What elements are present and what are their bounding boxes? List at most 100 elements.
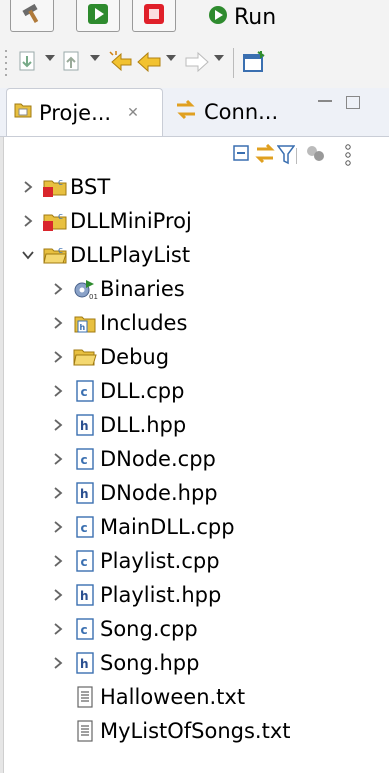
build-button[interactable]	[10, 0, 54, 32]
chevron-right-icon[interactable]	[50, 510, 66, 544]
back-arrow-icon[interactable]	[136, 50, 162, 78]
tree-item-bst[interactable]: c BST	[20, 170, 110, 204]
tree-item-label: Playlist.cpp	[100, 549, 220, 573]
tree-item-debug[interactable]: Debug	[50, 340, 169, 374]
cpp-project-icon: c	[42, 174, 68, 200]
focus-active-task-icon[interactable]	[305, 144, 327, 168]
chevron-down-icon[interactable]	[45, 55, 55, 61]
view-menu-icon[interactable]	[344, 144, 352, 170]
chevron-right-icon[interactable]	[50, 476, 66, 510]
text-file-icon	[72, 718, 98, 744]
tree-item-playlist-cpp[interactable]: c Playlist.cpp	[50, 544, 220, 578]
minimize-view-icon[interactable]	[318, 100, 332, 102]
previous-annotation-icon[interactable]	[62, 50, 84, 78]
svg-text:01: 01	[89, 293, 98, 301]
tree-item-label: Includes	[100, 311, 188, 335]
link-with-editor-icon[interactable]	[254, 143, 276, 168]
toolbar-separator	[233, 48, 234, 78]
svg-text:c: c	[81, 555, 88, 569]
forward-arrow-icon[interactable]	[184, 50, 210, 78]
tree-item-playlist-hpp[interactable]: h Playlist.hpp	[50, 578, 221, 612]
main-toolbar: Run	[0, 0, 389, 39]
tree-item-label: DLL.hpp	[100, 413, 187, 437]
tree-item-dnode-hpp[interactable]: h DNode.hpp	[50, 476, 218, 510]
svg-text:h: h	[80, 323, 86, 332]
view-toolbar	[0, 140, 389, 170]
filter-icon[interactable]	[276, 144, 296, 170]
svg-text:c: c	[58, 178, 63, 188]
connections-icon	[174, 99, 198, 126]
maximize-view-icon[interactable]	[346, 96, 360, 109]
c-source-icon: c	[72, 616, 98, 642]
tab-project-explorer[interactable]: Proje... ✕	[6, 88, 163, 136]
chevron-down-icon[interactable]	[166, 55, 176, 61]
run-label: Run	[234, 4, 277, 30]
toolbar-separator	[296, 148, 298, 168]
chevron-right-icon[interactable]	[50, 442, 66, 476]
chevron-right-icon[interactable]	[50, 578, 66, 612]
chevron-right-icon[interactable]	[50, 408, 66, 442]
run-toolbar-button[interactable]	[76, 0, 120, 32]
tree-item-binaries[interactable]: 01 Binaries	[50, 272, 185, 306]
h-header-icon: h	[72, 412, 98, 438]
tree-item-includes[interactable]: h Includes	[50, 306, 187, 340]
tree-item-dllplaylist[interactable]: c DLLPlayList	[20, 238, 190, 272]
tree-item-dnode-cpp[interactable]: c DNode.cpp	[50, 442, 216, 476]
tab-label: Conn...	[204, 100, 279, 124]
terminate-button[interactable]	[132, 0, 176, 32]
toolbar-grip-icon	[4, 48, 10, 82]
tree-item-maindll-cpp[interactable]: c MainDLL.cpp	[50, 510, 235, 544]
chevron-right-icon[interactable]	[20, 170, 36, 204]
tree-item-song-cpp[interactable]: c Song.cpp	[50, 612, 198, 646]
svg-text:c: c	[81, 385, 88, 399]
chevron-right-icon[interactable]	[50, 306, 66, 340]
chevron-right-icon[interactable]	[50, 374, 66, 408]
close-icon[interactable]: ✕	[127, 105, 139, 121]
text-file-icon	[72, 684, 98, 710]
chevron-right-icon[interactable]	[50, 612, 66, 646]
chevron-right-icon[interactable]	[20, 204, 36, 238]
tree-item-dllminiproj[interactable]: c DLLMiniProj	[20, 204, 192, 238]
open-perspective-icon[interactable]	[242, 50, 268, 78]
chevron-right-icon[interactable]	[50, 272, 66, 306]
tree-item-label: DLLPlayList	[70, 243, 191, 267]
navigation-toolbar	[0, 38, 389, 89]
chevron-down-icon[interactable]	[90, 55, 100, 61]
run-icon	[208, 5, 228, 29]
svg-text:h: h	[80, 487, 89, 501]
svg-text:c: c	[58, 212, 63, 222]
tree-item-label: Debug	[100, 345, 170, 369]
run-launch-button[interactable]: Run	[208, 0, 276, 34]
tree-item-label: MainDLL.cpp	[100, 515, 235, 539]
c-source-icon: c	[72, 548, 98, 574]
cpp-project-icon: c	[42, 208, 68, 234]
tree-item-song-hpp[interactable]: h Song.hpp	[50, 646, 199, 680]
chevron-down-icon[interactable]	[214, 55, 224, 61]
c-source-icon: c	[72, 378, 98, 404]
open-cpp-project-icon: c	[42, 242, 68, 268]
c-source-icon: c	[72, 514, 98, 540]
tree-item-label: Binaries	[100, 277, 185, 301]
h-header-icon: h	[72, 650, 98, 676]
tree-item-label: DNode.cpp	[100, 447, 216, 471]
tree-item-label: Playlist.hpp	[100, 583, 222, 607]
collapse-all-icon[interactable]	[232, 144, 252, 168]
tree-item-label: Song.hpp	[100, 651, 200, 675]
tree-item-mylistofsongs-txt[interactable]: MyListOfSongs.txt	[66, 714, 291, 748]
next-annotation-icon[interactable]	[18, 50, 40, 78]
c-source-icon: c	[72, 446, 98, 472]
chevron-right-icon[interactable]	[50, 646, 66, 680]
tree-item-label: DLL.cpp	[100, 379, 185, 403]
tree-item-halloween-txt[interactable]: Halloween.txt	[66, 680, 245, 714]
chevron-right-icon[interactable]	[50, 340, 66, 374]
chevron-down-icon[interactable]	[20, 238, 36, 272]
tree-item-dll-hpp[interactable]: h DLL.hpp	[50, 408, 186, 442]
hammer-icon	[20, 3, 44, 28]
svg-text:c: c	[81, 623, 88, 637]
tree-item-label: BST	[70, 175, 111, 199]
last-edit-location-icon[interactable]	[108, 50, 134, 78]
tab-connections[interactable]: Conn...	[170, 88, 278, 136]
tree-item-label: DNode.hpp	[100, 481, 218, 505]
chevron-right-icon[interactable]	[50, 544, 66, 578]
tree-item-dll-cpp[interactable]: c DLL.cpp	[50, 374, 184, 408]
